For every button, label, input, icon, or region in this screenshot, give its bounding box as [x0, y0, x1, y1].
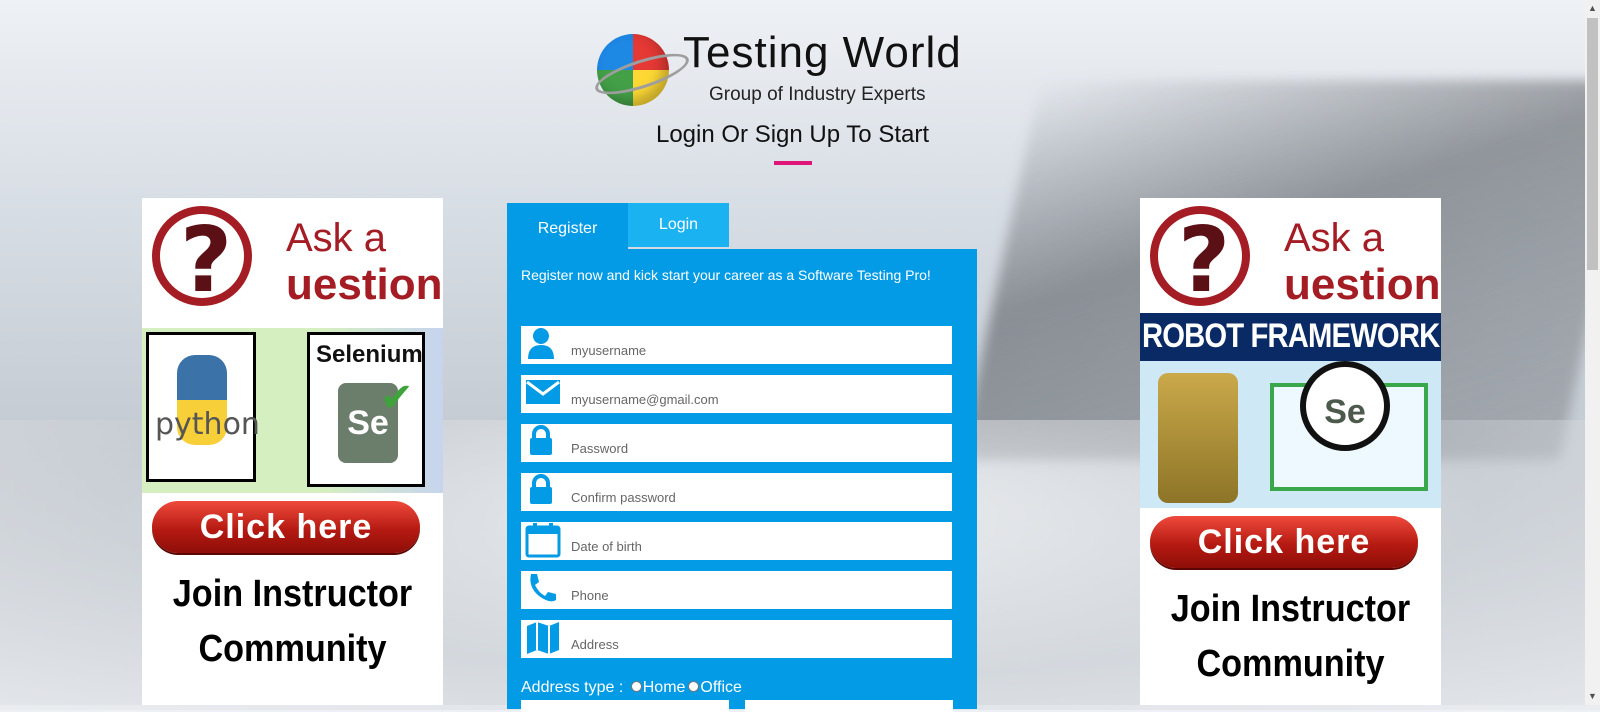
confirm-password-input[interactable]	[561, 473, 946, 511]
ask-text: Ask a	[1284, 216, 1385, 260]
tab-register[interactable]: Register	[507, 203, 628, 249]
robot-framework-label: ROBOT FRAMEWORK	[1142, 317, 1440, 355]
join-instructor-text: Join Instructor Community	[1155, 580, 1426, 692]
brand-logo: Testing World Group of Industry Experts	[591, 28, 997, 110]
page-title: Login Or Sign Up To Start	[655, 121, 930, 148]
dob-input[interactable]	[561, 522, 946, 560]
selenium-label: Selenium	[316, 341, 423, 368]
brand-title: Testing World	[683, 28, 962, 77]
office-radio[interactable]	[688, 681, 700, 692]
heading-underline	[774, 161, 812, 165]
home-radio[interactable]	[630, 681, 642, 692]
user-icon	[521, 326, 561, 364]
address-input[interactable]	[561, 620, 946, 658]
join-line-1: Join Instructor	[1170, 588, 1411, 630]
phone-field	[521, 571, 952, 609]
scroll-down-arrow-icon[interactable]: ▼	[1585, 688, 1600, 705]
click-here-button[interactable]: Click here	[1150, 516, 1418, 568]
right-ad-banner[interactable]: ? Ask a uestion ROBOT FRAMEWORK Se Click…	[1140, 198, 1441, 705]
question-mark-icon: ?	[1150, 206, 1250, 313]
password-input[interactable]	[561, 424, 946, 462]
address-type-label: Address type :	[521, 679, 624, 696]
email-field	[521, 375, 952, 413]
left-ad-banner[interactable]: ? Ask a uestion python Selenium Se ✔ Cli…	[142, 198, 443, 705]
register-intro: Register now and kick start your career …	[521, 267, 931, 283]
tools-banner: python Selenium Se ✔	[142, 328, 443, 493]
tab-login[interactable]: Login	[628, 203, 729, 247]
scroll-up-arrow-icon[interactable]: ▲	[1585, 0, 1600, 17]
click-here-button[interactable]: Click here	[152, 501, 420, 553]
page-scrollbar[interactable]: ▲ ▼	[1585, 0, 1600, 705]
question-mark-icon: ?	[152, 206, 252, 313]
python-label: python	[155, 407, 260, 442]
click-here-wrap: Click here	[1140, 508, 1441, 580]
lock-icon	[521, 473, 561, 511]
ask-text: Ask a	[286, 216, 387, 260]
question-text: uestion	[286, 260, 443, 309]
phone-input[interactable]	[561, 571, 946, 609]
phone-icon	[521, 571, 561, 609]
address-type-row: Address type : Home Office	[521, 679, 742, 697]
join-line-2: Community	[1196, 643, 1385, 685]
home-radio-label: Home	[642, 679, 686, 696]
envelope-icon	[521, 375, 561, 413]
calendar-icon	[521, 522, 561, 560]
checkmark-icon: ✔	[380, 376, 414, 420]
join-line-2: Community	[198, 628, 387, 670]
magnifier-icon: Se	[1300, 361, 1390, 451]
password-field	[521, 424, 952, 462]
click-here-wrap: Click here	[142, 493, 443, 565]
next-field-left[interactable]	[521, 700, 729, 712]
map-icon	[521, 620, 561, 658]
python-logo: python	[146, 332, 260, 482]
email-input[interactable]	[561, 375, 946, 413]
lock-icon	[521, 424, 561, 462]
robot-icon	[1158, 373, 1238, 503]
address-field	[521, 620, 952, 658]
selenium-logo: Selenium Se ✔	[307, 332, 425, 487]
ask-question-banner[interactable]: ? Ask a uestion	[142, 198, 443, 328]
brand-subtitle: Group of Industry Experts	[709, 84, 926, 105]
confirm-password-field	[521, 473, 952, 511]
username-input[interactable]	[561, 326, 946, 364]
join-line-1: Join Instructor	[172, 573, 413, 615]
register-form: Register now and kick start your career …	[507, 249, 977, 712]
next-field-right[interactable]	[745, 700, 953, 712]
join-instructor-text: Join Instructor Community	[157, 565, 428, 677]
username-field	[521, 326, 952, 364]
office-radio-label: Office	[700, 679, 742, 696]
scroll-thumb[interactable]	[1587, 18, 1598, 270]
robot-framework-banner: ROBOT FRAMEWORK Se	[1140, 313, 1441, 508]
dob-field	[521, 522, 952, 560]
question-text: uestion	[1284, 260, 1441, 309]
ask-question-banner[interactable]: ? Ask a uestion	[1140, 198, 1441, 313]
